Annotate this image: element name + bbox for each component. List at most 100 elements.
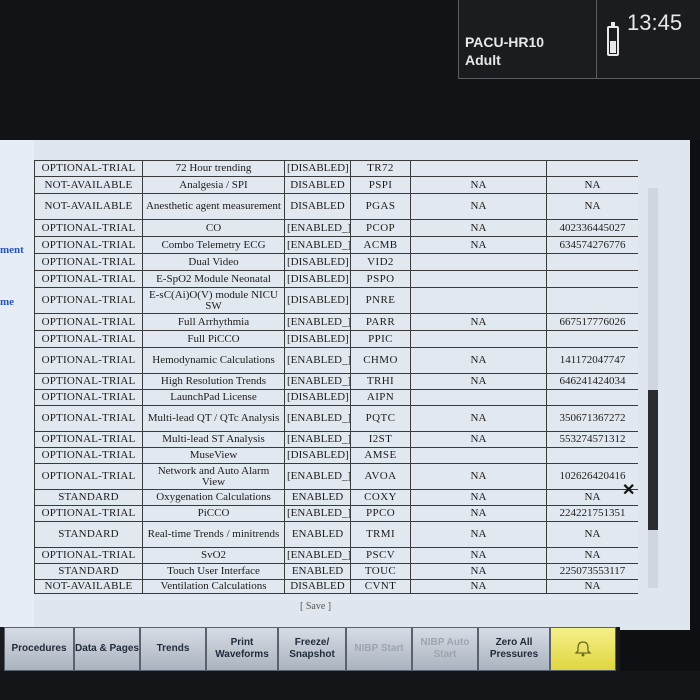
license-type-cell: OPTIONAL-TRIAL — [34, 373, 143, 390]
status-cell: [ENABLED_] — [284, 313, 351, 331]
procedures-button[interactable]: Procedures — [4, 627, 74, 671]
feature-name-cell: Ventilation Calculations — [142, 579, 285, 594]
feature-name-cell: Hemodynamic Calculations — [142, 347, 285, 374]
value-cell-1: NA — [410, 347, 547, 374]
license-row: OPTIONAL-TRIAL SvO2 [ENABLED_] PSCV NA NA — [34, 547, 638, 564]
license-row: OPTIONAL-TRIAL Network and Auto Alarm Vie… — [34, 463, 638, 490]
value-cell-1: NA — [410, 579, 547, 594]
nibp-start-button[interactable]: NIBP Start — [346, 627, 412, 671]
nibp-auto-button[interactable]: NIBP Auto Start — [412, 627, 478, 671]
value-cell-2: NA — [546, 547, 638, 564]
license-row: OPTIONAL-TRIAL E-SpO2 Module Neonatal [DIS… — [34, 270, 638, 288]
license-type-cell: OPTIONAL-TRIAL — [34, 219, 143, 237]
status-cell: [ENABLED_] — [284, 505, 351, 522]
feature-code-cell: PPCO — [350, 505, 411, 522]
feature-name-cell: Oxygenation Calculations — [142, 489, 285, 506]
license-row: OPTIONAL-TRIAL Dual Video [DISABLED] VID2 — [34, 253, 638, 271]
data-pages-button[interactable]: Data & Pages — [74, 627, 140, 671]
license-type-cell: STANDARD — [34, 563, 143, 580]
alarm-silence-button[interactable] — [550, 627, 616, 671]
status-cell: [ENABLED_] — [284, 547, 351, 564]
status-cell: [ENABLED_] — [284, 236, 351, 254]
feature-code-cell: TR72 — [350, 160, 411, 177]
license-type-cell: OPTIONAL-TRIAL — [34, 330, 143, 348]
print-waveforms-button[interactable]: Print Waveforms — [206, 627, 278, 671]
license-row: OPTIONAL-TRIAL Multi-lead ST Analysis [ENA… — [34, 431, 638, 448]
value-cell-2: NA — [546, 193, 638, 220]
value-cell-1: NA — [410, 463, 547, 490]
license-row: OPTIONAL-TRIAL Combo Telemetry ECG [ENABLE… — [34, 236, 638, 254]
value-cell-1 — [410, 253, 547, 271]
value-cell-1 — [410, 287, 547, 314]
zero-all-pressures-button[interactable]: Zero All Pressures — [478, 627, 550, 671]
monitor-bezel-bottom — [0, 671, 700, 700]
license-type-cell: STANDARD — [34, 489, 143, 506]
feature-code-cell: PPIC — [350, 330, 411, 348]
license-row: OPTIONAL-TRIAL MuseView [DISABLED] AMSE — [34, 447, 638, 464]
license-table: OPTIONAL-TRIAL 72 Hour trending [DISABLED]… — [34, 160, 638, 594]
left-menu-link-1[interactable]: ment — [0, 244, 24, 256]
alarm-bell-icon — [574, 641, 592, 657]
scrollbar-thumb[interactable] — [648, 390, 658, 530]
license-type-cell: NOT-AVAILABLE — [34, 193, 143, 220]
feature-name-cell: CO — [142, 219, 285, 237]
license-type-cell: OPTIONAL-TRIAL — [34, 253, 143, 271]
feature-code-cell: PGAS — [350, 193, 411, 220]
procedures-label: Procedures — [11, 643, 67, 654]
value-cell-2: NA — [546, 579, 638, 594]
feature-code-cell: PSCV — [350, 547, 411, 564]
license-type-cell: OPTIONAL-TRIAL — [34, 160, 143, 177]
value-cell-1 — [410, 330, 547, 348]
feature-name-cell: LaunchPad License — [142, 389, 285, 406]
license-type-cell: OPTIONAL-TRIAL — [34, 447, 143, 464]
feature-code-cell: I2ST — [350, 431, 411, 448]
license-type-cell: OPTIONAL-TRIAL — [34, 463, 143, 490]
print-waveforms-label: Print Waveforms — [215, 637, 269, 660]
status-cell: [ENABLED_] — [284, 219, 351, 237]
value-cell-1: NA — [410, 405, 547, 432]
feature-name-cell: E-sC(Ai)O(V) module NICU SW — [142, 287, 285, 314]
status-cell: [ENABLED_] — [284, 373, 351, 390]
nibp-auto-label: NIBP Auto Start — [420, 637, 470, 660]
feature-name-cell: Combo Telemetry ECG — [142, 236, 285, 254]
trends-label: Trends — [156, 643, 190, 654]
left-menu-link-2[interactable]: me — [0, 296, 14, 308]
value-cell-1: NA — [410, 563, 547, 580]
feature-code-cell: PSPO — [350, 270, 411, 288]
feature-code-cell: TRHI — [350, 373, 411, 390]
value-cell-1: NA — [410, 431, 547, 448]
feature-name-cell: Dual Video — [142, 253, 285, 271]
status-cell: [ENABLED_] — [284, 405, 351, 432]
patient-type-label: Adult — [465, 52, 501, 68]
status-cell: ENABLED — [284, 489, 351, 506]
license-row: OPTIONAL-TRIAL 72 Hour trending [DISABLED]… — [34, 160, 638, 177]
feature-code-cell: PNRE — [350, 287, 411, 314]
value-cell-2: NA — [546, 521, 638, 548]
trends-button[interactable]: Trends — [140, 627, 206, 671]
feature-code-cell: CHMO — [350, 347, 411, 374]
left-menu-strip: ment me — [0, 140, 34, 630]
value-cell-2 — [546, 447, 638, 464]
license-row: NOT-AVAILABLE Anesthetic agent measuremen… — [34, 193, 638, 220]
license-type-cell: NOT-AVAILABLE — [34, 579, 143, 594]
value-cell-2: 225073553117 — [546, 563, 638, 580]
feature-name-cell: 72 Hour trending — [142, 160, 285, 177]
unit-label: PACU-HR10 — [465, 34, 545, 50]
feature-name-cell: High Resolution Trends — [142, 373, 285, 390]
feature-name-cell: SvO2 — [142, 547, 285, 564]
license-row: STANDARD Oxygenation Calculations ENABLED C… — [34, 489, 638, 506]
value-cell-2 — [546, 270, 638, 288]
value-cell-1: NA — [410, 219, 547, 237]
value-cell-1: NA — [410, 373, 547, 390]
value-cell-2 — [546, 389, 638, 406]
close-icon[interactable]: ✕ — [622, 480, 635, 500]
save-link[interactable]: [ Save ] — [300, 601, 331, 612]
value-cell-1: NA — [410, 193, 547, 220]
feature-code-cell: CVNT — [350, 579, 411, 594]
license-type-cell: OPTIONAL-TRIAL — [34, 405, 143, 432]
feature-name-cell: Touch User Interface — [142, 563, 285, 580]
value-cell-1: NA — [410, 313, 547, 331]
value-cell-2: 646241424034 — [546, 373, 638, 390]
feature-name-cell: Multi-lead QT / QTc Analysis — [142, 405, 285, 432]
freeze-snapshot-button[interactable]: Freeze/ Snapshot — [278, 627, 346, 671]
